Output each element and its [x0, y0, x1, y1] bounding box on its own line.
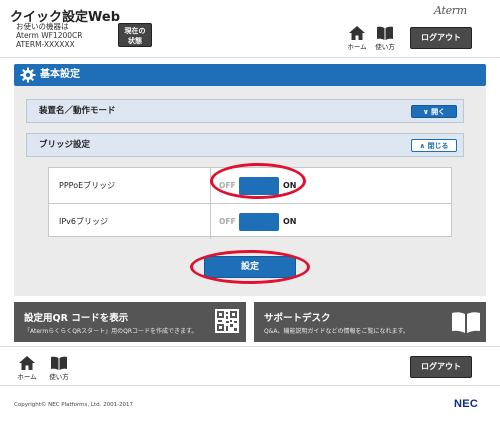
status-button-line2: 状態 — [128, 37, 142, 45]
device-model: Aterm WF1200CR — [16, 31, 83, 40]
device-info: お使いの機器は Aterm WF1200CR ATERM-XXXXXX — [16, 22, 82, 49]
accordion-device-mode-label: 装置名／動作モード — [39, 106, 116, 116]
qr-code-tile[interactable]: 設定用QR コードを表示 「AtermらくらくQRスタート」用のQRコードを作成… — [14, 302, 246, 342]
toggle-off-label: OFF — [219, 181, 236, 190]
qr-code-icon — [215, 309, 239, 333]
logout-button[interactable]: ログアウト — [410, 27, 472, 49]
accordion-bridge-label: ブリッジ設定 — [39, 140, 91, 150]
home-icon — [19, 356, 35, 370]
accordion-bridge[interactable]: ブリッジ設定 ∧ 閉じる — [26, 133, 464, 157]
nec-logo: NEC — [454, 398, 479, 410]
toggle-track[interactable] — [239, 213, 296, 231]
setting-row-ipv6: IPv6ブリッジ OFF ON — [49, 203, 451, 239]
setting-name-ipv6: IPv6ブリッジ — [49, 204, 211, 239]
accordion-device-mode[interactable]: 装置名／動作モード ∨ 開く — [26, 99, 464, 123]
qr-tile-title: 設定用QR コードを表示 — [24, 313, 129, 324]
home-label: ホーム — [347, 43, 367, 51]
device-name: ATERM-XXXXXX — [16, 40, 75, 49]
support-tile-desc: Q&A、機能説明ガイドなどの情報をご覧になれます。 — [264, 328, 409, 335]
footer-home-label: ホーム — [17, 373, 37, 381]
chevron-up-icon: ∧ — [419, 142, 428, 150]
setting-name-pppoe: PPPoEブリッジ — [49, 168, 211, 203]
open-button-label: 開く — [431, 108, 446, 116]
toggle-on-label: ON — [283, 181, 297, 190]
aterm-logo: Aterm — [434, 4, 467, 17]
ipv6-bridge-toggle[interactable]: OFF ON — [219, 213, 299, 231]
save-button[interactable]: 設定 — [204, 256, 296, 278]
toggle-on-label: ON — [283, 217, 297, 226]
close-button-label: 閉じる — [427, 142, 449, 150]
toggle-track[interactable] — [239, 177, 296, 195]
close-button[interactable]: ∧ 閉じる — [411, 139, 457, 152]
book-icon — [377, 26, 393, 40]
footer-logout-button[interactable]: ログアウト — [410, 356, 472, 378]
device-info-label: お使いの機器は — [16, 22, 69, 31]
help-nav[interactable]: 使い方 — [372, 26, 398, 51]
support-desk-tile[interactable]: サポートデスク Q&A、機能説明ガイドなどの情報をご覧になれます。 — [254, 302, 486, 342]
pppoe-bridge-toggle[interactable]: OFF ON — [219, 177, 299, 195]
status-button-line1: 現在の — [124, 27, 146, 35]
home-icon — [349, 26, 365, 40]
toggle-off-label: OFF — [219, 217, 236, 226]
current-status-button[interactable]: 現在の 状態 — [118, 23, 152, 47]
support-tile-title: サポートデスク — [264, 313, 331, 324]
footer-nav: ホーム 使い方 ログアウト — [0, 346, 500, 386]
chevron-down-icon: ∨ — [422, 108, 432, 116]
gear-icon — [20, 67, 36, 83]
footer-home-nav[interactable]: ホーム — [14, 356, 40, 381]
section-title-bar: 基本設定 — [14, 64, 486, 86]
bridge-settings-table: PPPoEブリッジ OFF ON IPv6ブリッジ OFF ON — [48, 167, 452, 239]
footer-help-nav[interactable]: 使い方 — [46, 356, 72, 381]
book-icon — [452, 312, 480, 333]
copyright: Copyright© NEC Platforms, Ltd. 2001-2017 — [14, 402, 134, 408]
header: クイック設定Web お使いの機器は Aterm WF1200CR ATERM-X… — [0, 0, 500, 58]
footer-help-label: 使い方 — [49, 373, 69, 381]
section-title: 基本設定 — [40, 69, 80, 80]
home-nav[interactable]: ホーム — [344, 26, 370, 51]
qr-tile-desc: 「AtermらくらくQRスタート」用のQRコードを作成できます。 — [24, 328, 198, 335]
help-label: 使い方 — [375, 43, 395, 51]
setting-row-pppoe: PPPoEブリッジ OFF ON — [49, 168, 451, 203]
book-icon — [51, 356, 67, 370]
open-button[interactable]: ∨ 開く — [411, 105, 457, 118]
